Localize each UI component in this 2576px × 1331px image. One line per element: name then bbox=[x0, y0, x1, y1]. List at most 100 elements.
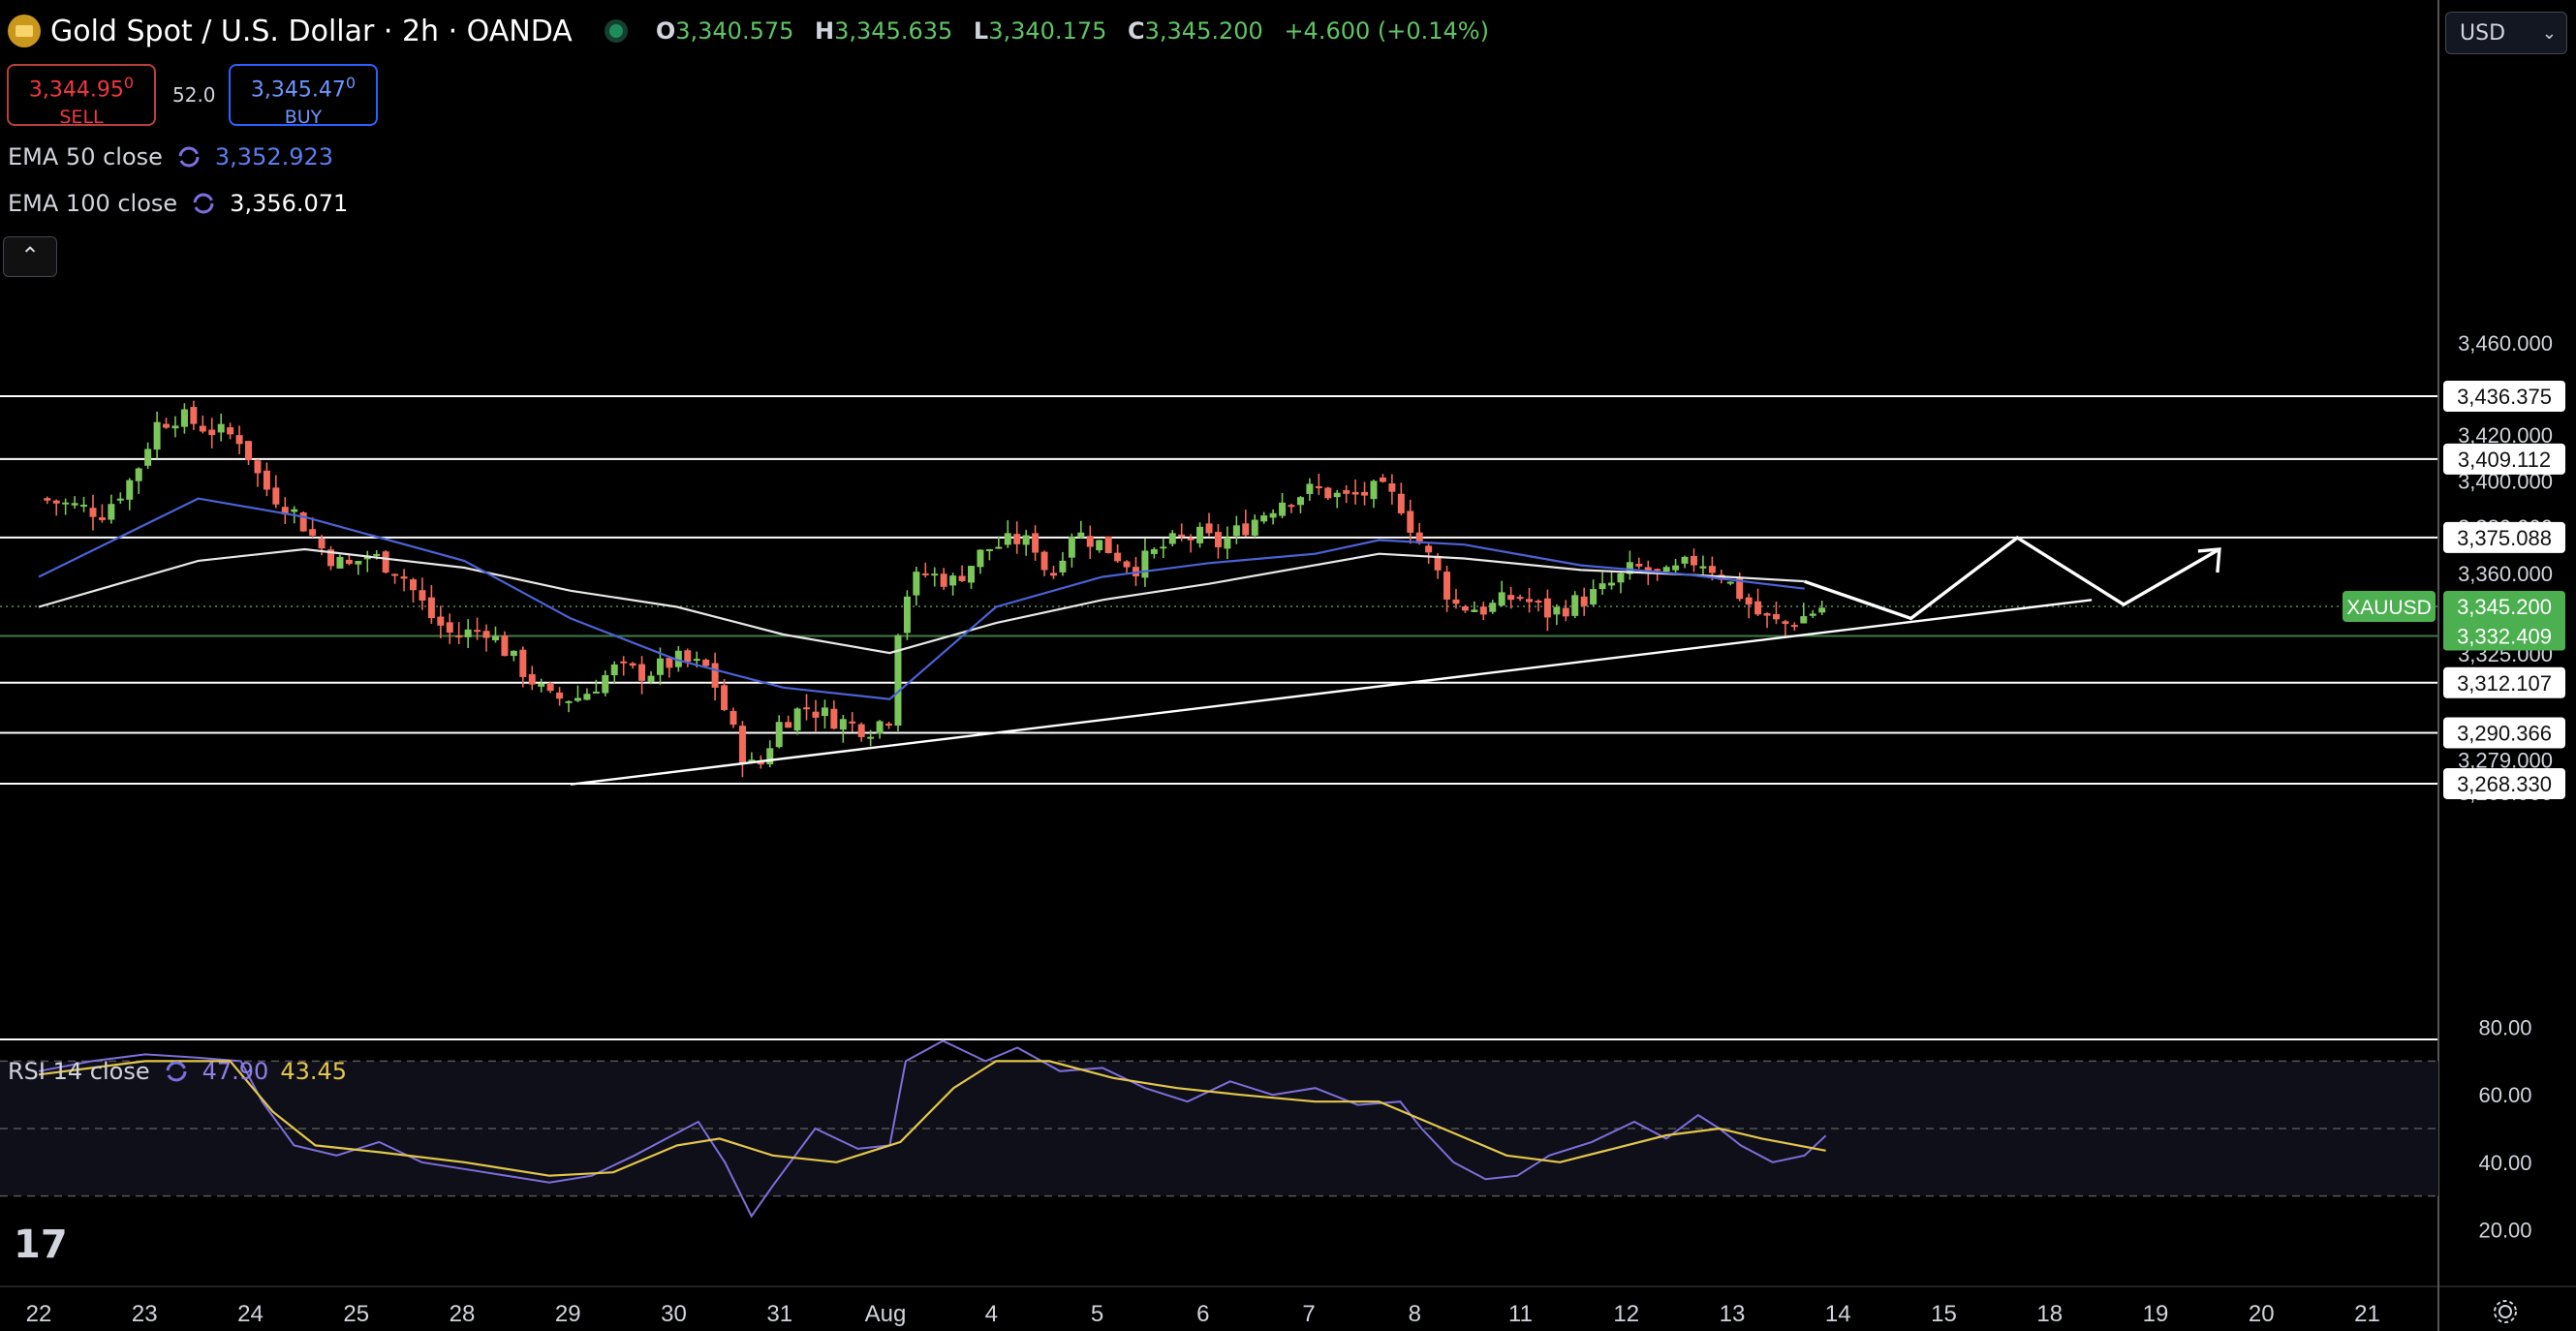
candle-body bbox=[71, 503, 78, 506]
candle-body bbox=[217, 423, 225, 433]
candle-body bbox=[849, 721, 856, 724]
candle-body bbox=[1407, 511, 1414, 533]
time-tick-label: 22 bbox=[26, 1301, 52, 1327]
candle-body bbox=[684, 650, 692, 663]
candle-body bbox=[968, 566, 976, 583]
candle-body bbox=[108, 504, 115, 520]
candle-body bbox=[1068, 537, 1075, 558]
candle-body bbox=[867, 736, 875, 739]
candle-body bbox=[1040, 551, 1048, 571]
candle-body bbox=[821, 707, 828, 717]
candle-body bbox=[153, 421, 161, 450]
candle-body bbox=[272, 487, 280, 505]
time-tick-label: 28 bbox=[450, 1301, 476, 1327]
candle-body bbox=[144, 449, 152, 466]
candle-body bbox=[80, 505, 88, 508]
candle-body bbox=[190, 407, 198, 424]
candle-body bbox=[985, 548, 993, 551]
rsi-tick-label: 20.00 bbox=[2478, 1218, 2531, 1242]
candle-body bbox=[501, 635, 509, 657]
rsi-tick-label: 80.00 bbox=[2478, 1016, 2531, 1040]
candle-body bbox=[1397, 493, 1405, 513]
candle-body bbox=[1571, 595, 1579, 616]
ema50-legend[interactable]: EMA 50 close 3,352.923 bbox=[8, 143, 333, 170]
price-tick-label: 3,460.000 bbox=[2458, 331, 2553, 356]
candle-body bbox=[1150, 548, 1158, 554]
candle-body bbox=[1288, 505, 1295, 508]
candle-body bbox=[1232, 525, 1240, 537]
candle-body bbox=[1598, 583, 1606, 590]
candle-body bbox=[1498, 592, 1505, 606]
sell-button[interactable]: 3,344.950 SELL bbox=[7, 64, 156, 128]
candle-body bbox=[729, 711, 737, 726]
candle-body bbox=[1379, 477, 1386, 482]
candle-body bbox=[1662, 567, 1670, 573]
candle-body bbox=[1032, 533, 1040, 553]
currency-select[interactable]: USD ⌄ bbox=[2445, 12, 2567, 54]
candle-body bbox=[464, 629, 472, 637]
candle-body bbox=[437, 616, 445, 626]
candle-body bbox=[1745, 597, 1753, 605]
candle-body bbox=[1296, 497, 1304, 506]
market-status-icon[interactable] bbox=[608, 24, 623, 38]
candle-body bbox=[1590, 589, 1598, 605]
candle-body bbox=[1790, 625, 1798, 628]
trendline bbox=[570, 599, 2093, 786]
candle-body bbox=[1635, 563, 1643, 567]
symbol-header: Gold Spot / U.S. Dollar · 2h · OANDA O3,… bbox=[8, 12, 1503, 50]
candle-body bbox=[666, 658, 673, 668]
candle-body bbox=[830, 708, 838, 729]
rsi-pane bbox=[0, 1039, 2438, 1219]
price-tick-label: 3,360.000 bbox=[2458, 562, 2553, 586]
candle-body bbox=[1818, 607, 1826, 613]
candle-body bbox=[995, 546, 1003, 549]
refresh-icon[interactable] bbox=[191, 191, 216, 216]
candle-body bbox=[721, 685, 729, 710]
level-tag-label: 3,290.366 bbox=[2457, 722, 2552, 746]
candle-body bbox=[1782, 621, 1789, 625]
price-chart[interactable]: 3,460.0003,440.0003,420.0003,400.0003,38… bbox=[0, 0, 2576, 1331]
level-tag-label: 3,312.107 bbox=[2457, 671, 2552, 696]
candle-body bbox=[1800, 616, 1808, 624]
time-tick-label: 13 bbox=[1720, 1301, 1746, 1327]
time-tick-label: 19 bbox=[2143, 1301, 2169, 1327]
rsi-legend[interactable]: RSI 14 close 47.90 43.45 bbox=[8, 1058, 347, 1085]
time-tick-label: 6 bbox=[1196, 1301, 1209, 1327]
ema100-legend[interactable]: EMA 100 close 3,356.071 bbox=[8, 190, 348, 217]
candle-body bbox=[1526, 599, 1534, 603]
candle-body bbox=[1699, 566, 1707, 569]
candle-body bbox=[565, 700, 573, 703]
tradingview-logo[interactable]: 17 bbox=[14, 1223, 68, 1267]
symbol-title[interactable]: Gold Spot / U.S. Dollar · 2h · OANDA bbox=[50, 15, 573, 48]
candle-body bbox=[903, 596, 911, 634]
refresh-icon[interactable] bbox=[176, 144, 202, 170]
candle-body bbox=[1104, 536, 1112, 554]
candle-body bbox=[1315, 485, 1322, 488]
time-tick-label: 11 bbox=[1508, 1301, 1533, 1327]
candle-body bbox=[1772, 613, 1780, 620]
candle-body bbox=[1425, 545, 1433, 553]
candle-body bbox=[491, 635, 499, 640]
candle-body bbox=[44, 498, 51, 501]
candle-body bbox=[931, 573, 939, 576]
candle-body bbox=[309, 529, 317, 536]
candle-body bbox=[318, 539, 326, 549]
settings-icon[interactable] bbox=[2492, 1298, 2519, 1325]
collapse-legend-button[interactable]: ⌃ bbox=[3, 236, 57, 277]
refresh-icon[interactable] bbox=[164, 1059, 189, 1084]
support-price-label: 3,332.409 bbox=[2457, 624, 2552, 648]
rsi-tick-label: 40.00 bbox=[2478, 1151, 2531, 1175]
candle-body bbox=[839, 719, 847, 730]
candle-body bbox=[528, 674, 536, 685]
level-tag-label: 3,436.375 bbox=[2457, 385, 2552, 409]
candle-body bbox=[1343, 490, 1350, 494]
candle-body bbox=[1471, 609, 1478, 612]
candle-body bbox=[629, 663, 636, 666]
candle-body bbox=[793, 708, 801, 731]
buy-button[interactable]: 3,345.470 BUY bbox=[229, 64, 378, 128]
gold-symbol-icon bbox=[8, 15, 41, 47]
time-axis[interactable]: 22 23 24 25 28 29 30 31 Aug 4 5 6 7 8 11 12 13 14 15 18 19 20… bbox=[26, 1301, 2380, 1327]
candle-body bbox=[263, 470, 270, 490]
candle-body bbox=[1077, 532, 1085, 538]
candle-body bbox=[885, 723, 893, 726]
